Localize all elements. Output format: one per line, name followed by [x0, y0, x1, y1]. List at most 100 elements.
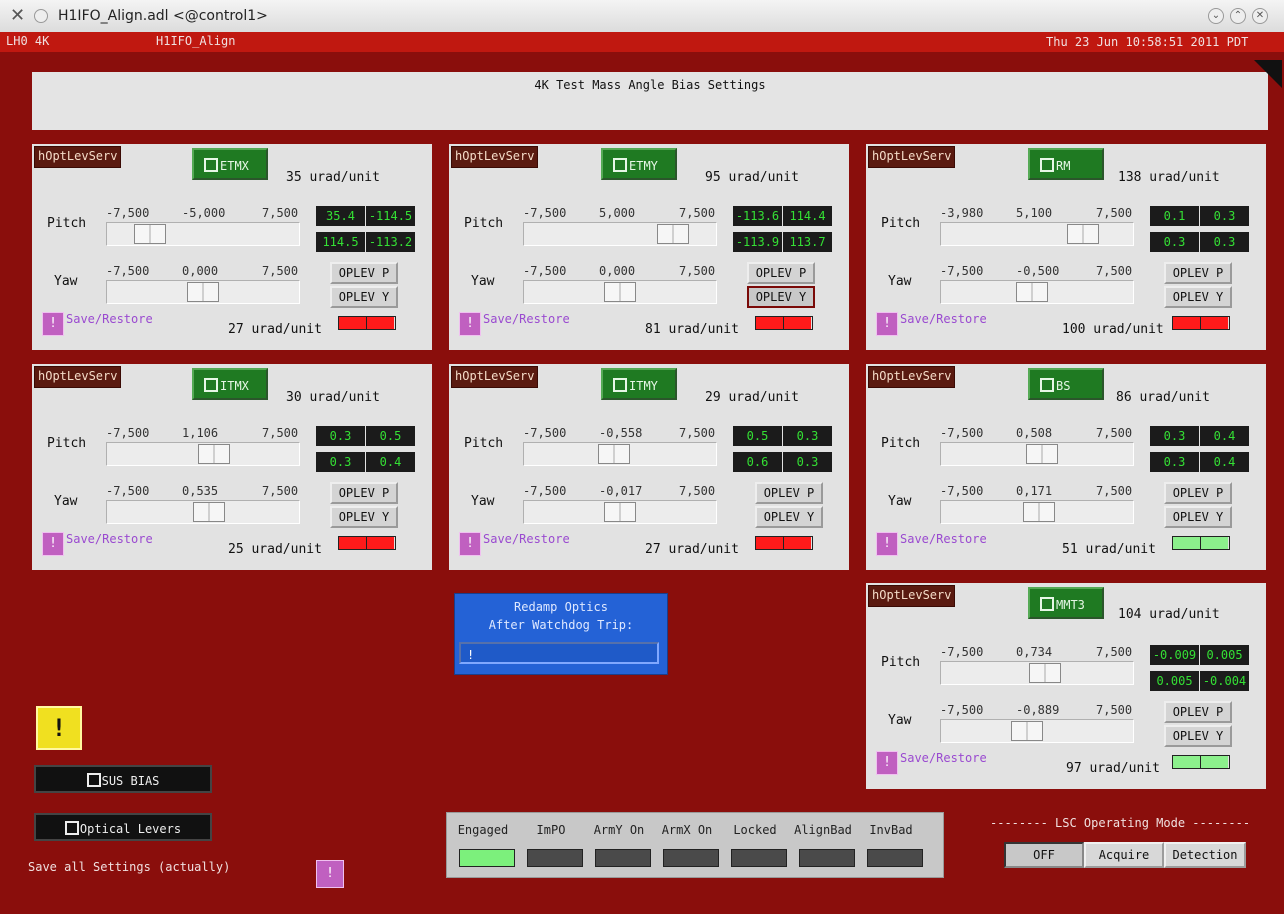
yaw-slider-thumb[interactable] — [193, 502, 225, 522]
lsc-mode-acquire[interactable]: Acquire — [1084, 842, 1164, 868]
pitch-slider-thumb[interactable] — [1029, 663, 1061, 683]
oplev-y-button[interactable]: OPLEV Y — [1164, 286, 1232, 308]
oplev-y-button[interactable]: OPLEV Y — [1164, 506, 1232, 528]
window-titlebar: ✕ H1IFO_Align.adl <@control1> ⌄ ⌃ ✕ — [0, 0, 1284, 33]
yaw-slider[interactable] — [940, 719, 1134, 743]
status-indicator — [338, 536, 396, 550]
pitch-slider-thumb[interactable] — [598, 444, 630, 464]
yaw-slider[interactable] — [106, 280, 300, 304]
pitch-label: Pitch — [464, 436, 504, 451]
yaw-slider[interactable] — [523, 280, 717, 304]
pitch-slider[interactable] — [523, 222, 717, 246]
optic-display-button[interactable]: ITMX — [192, 368, 268, 400]
oplev-p-button[interactable]: OPLEV P — [1164, 701, 1232, 723]
oplev-p-button[interactable]: OPLEV P — [755, 482, 823, 504]
pitch-slider-thumb[interactable] — [657, 224, 689, 244]
pitch-slider-thumb[interactable] — [1067, 224, 1099, 244]
opt-lev-serv-button[interactable]: hOptLevServ — [868, 366, 956, 388]
pitch-value: 5,000 — [599, 206, 636, 220]
yaw-slider-thumb[interactable] — [1011, 721, 1043, 741]
status-segment — [339, 317, 366, 329]
yaw-slider[interactable] — [523, 500, 717, 524]
oplev-readback: 0.005 — [1200, 645, 1249, 665]
yaw-slider-thumb[interactable] — [1023, 502, 1055, 522]
opt-lev-serv-button[interactable]: hOptLevServ — [451, 146, 539, 168]
optic-display-button[interactable]: ETMY — [601, 148, 677, 180]
oplev-p-button[interactable]: OPLEV P — [1164, 482, 1232, 504]
yaw-slider-thumb[interactable] — [187, 282, 219, 302]
save-restore-button[interactable]: ! — [459, 532, 481, 556]
save-all-button[interactable]: ! — [316, 860, 344, 888]
pitch-slider[interactable] — [106, 442, 300, 466]
opt-lev-serv-button[interactable]: hOptLevServ — [34, 146, 122, 168]
oplev-p-button[interactable]: OPLEV P — [1164, 262, 1232, 284]
oplev-readback: -114.5 — [366, 206, 415, 226]
oplev-y-button[interactable]: OPLEV Y — [747, 286, 815, 308]
related-display-icon — [64, 821, 79, 835]
pitch-slider[interactable] — [940, 442, 1134, 466]
save-restore-button[interactable]: ! — [876, 751, 898, 775]
opt-lev-serv-button[interactable]: hOptLevServ — [868, 585, 956, 607]
oplev-p-button[interactable]: OPLEV P — [747, 262, 815, 284]
lsc-mode-detection[interactable]: Detection — [1164, 842, 1246, 868]
save-restore-button[interactable]: ! — [876, 312, 898, 336]
pitch-slider-thumb[interactable] — [134, 224, 166, 244]
yaw-slider-thumb[interactable] — [604, 502, 636, 522]
sus-bias-button[interactable]: SUS BIAS — [34, 765, 212, 793]
flag-engaged: Engaged — [457, 823, 509, 837]
yaw-value: 0,171 — [1016, 484, 1053, 498]
opt-lev-serv-button[interactable]: hOptLevServ — [34, 366, 122, 388]
yaw-value: 0,000 — [182, 264, 219, 278]
optic-panel-mmt3: hOptLevServ MMT3 104 urad/unit Pitch -7,500 0… — [866, 583, 1266, 789]
optic-display-button[interactable]: MMT3 — [1028, 587, 1104, 619]
yaw-slider-thumb[interactable] — [1016, 282, 1048, 302]
save-restore-button[interactable]: ! — [42, 532, 64, 556]
oplev-readback: 113.7 — [783, 232, 832, 252]
pitch-value: 0,734 — [1016, 645, 1053, 659]
yaw-label: Yaw — [54, 494, 78, 509]
yaw-slider[interactable] — [940, 500, 1134, 524]
yaw-label: Yaw — [471, 274, 495, 289]
save-restore-button[interactable]: ! — [876, 532, 898, 556]
opt-lev-serv-button[interactable]: hOptLevServ — [868, 146, 956, 168]
optic-display-button[interactable]: RM — [1028, 148, 1104, 180]
pitch-slider[interactable] — [523, 442, 717, 466]
optic-display-button[interactable]: ITMY — [601, 368, 677, 400]
oplev-y-button[interactable]: OPLEV Y — [1164, 725, 1232, 747]
oplev-y-button[interactable]: OPLEV Y — [330, 506, 398, 528]
opt-lev-serv-button[interactable]: hOptLevServ — [451, 366, 539, 388]
status-segment — [1173, 537, 1200, 549]
oplev-p-button[interactable]: OPLEV P — [330, 262, 398, 284]
pitch-slider-thumb[interactable] — [198, 444, 230, 464]
window-menu-icon[interactable] — [34, 9, 48, 23]
optical-levers-button[interactable]: Optical Levers — [34, 813, 212, 841]
yaw-slider[interactable] — [106, 500, 300, 524]
warning-button[interactable]: ! — [36, 706, 82, 750]
maximize-icon[interactable]: ⌃ — [1230, 8, 1246, 24]
pitch-slider[interactable] — [940, 222, 1134, 246]
yaw-slider[interactable] — [940, 280, 1134, 304]
minimize-icon[interactable]: ⌄ — [1208, 8, 1224, 24]
oplev-y-button[interactable]: OPLEV Y — [755, 506, 823, 528]
bottom-unit-label: 81 urad/unit — [645, 322, 739, 337]
oplev-p-button[interactable]: OPLEV P — [330, 482, 398, 504]
bottom-unit-label: 27 urad/unit — [645, 542, 739, 557]
close-icon[interactable]: ✕ — [1252, 8, 1268, 24]
optic-display-button[interactable]: BS — [1028, 368, 1104, 400]
optic-display-button[interactable]: ETMX — [192, 148, 268, 180]
status-segment — [1200, 756, 1228, 768]
save-restore-button[interactable]: ! — [459, 312, 481, 336]
oplev-y-button[interactable]: OPLEV Y — [330, 286, 398, 308]
oplev-readback: -113.9 — [733, 232, 782, 252]
pitch-slider[interactable] — [940, 661, 1134, 685]
status-indicator — [1172, 316, 1230, 330]
redamp-button[interactable]: ! — [459, 642, 659, 664]
pitch-slider[interactable] — [106, 222, 300, 246]
yaw-slider-thumb[interactable] — [604, 282, 636, 302]
pitch-min: -7,500 — [523, 426, 567, 440]
datetime: Thu 23 Jun 10:58:51 2011 PDT — [1046, 35, 1249, 49]
save-restore-button[interactable]: ! — [42, 312, 64, 336]
pitch-value: -5,000 — [182, 206, 226, 220]
pitch-slider-thumb[interactable] — [1026, 444, 1058, 464]
lsc-mode-off[interactable]: OFF — [1004, 842, 1084, 868]
